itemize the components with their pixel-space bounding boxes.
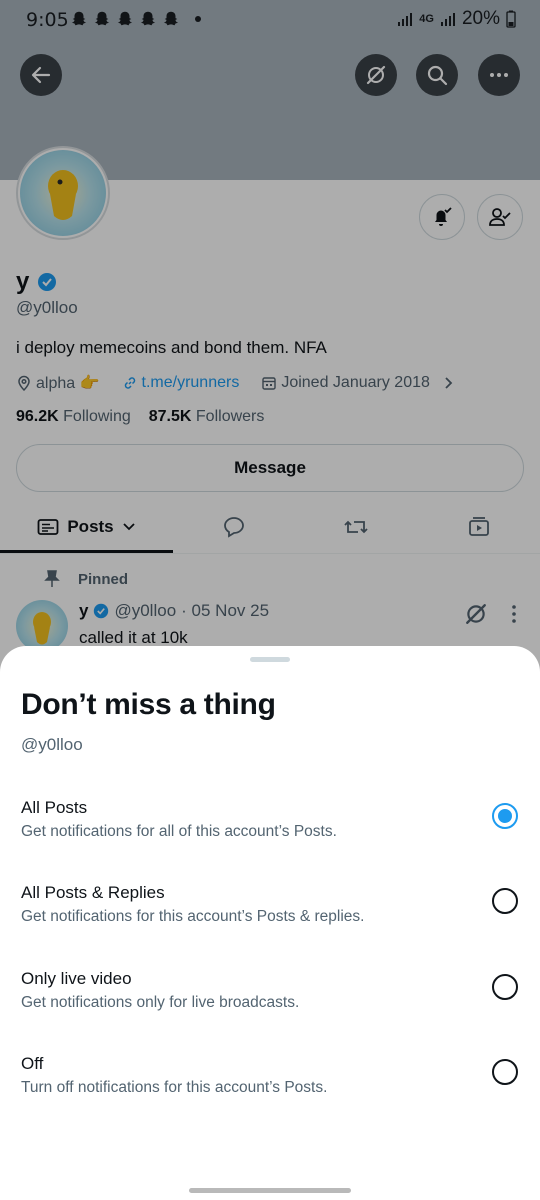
option-only-live-video[interactable]: Only live video Get notifications only f… xyxy=(0,969,540,1055)
option-all-posts-replies[interactable]: All Posts & Replies Get notifications fo… xyxy=(0,883,540,969)
home-indicator[interactable] xyxy=(189,1188,351,1193)
radio-unselected[interactable] xyxy=(492,888,518,914)
sheet-handle: @y0lloo xyxy=(21,735,83,754)
option-title: Off xyxy=(21,1054,44,1073)
option-subtitle: Get notifications only for live broadcas… xyxy=(21,994,300,1011)
option-all-posts[interactable]: All Posts Get notifications for all of t… xyxy=(0,798,540,884)
option-subtitle: Get notifications for this account’s Pos… xyxy=(21,908,365,925)
sheet-title: Don’t miss a thing xyxy=(21,688,276,721)
radio-unselected[interactable] xyxy=(492,974,518,1000)
sheet-grabber[interactable] xyxy=(250,657,290,662)
radio-selected[interactable] xyxy=(492,803,518,829)
option-title: All Posts & Replies xyxy=(21,883,165,902)
option-title: All Posts xyxy=(21,798,88,817)
option-subtitle: Get notifications for all of this accoun… xyxy=(21,823,337,840)
option-title: Only live video xyxy=(21,969,132,988)
option-off[interactable]: Off Turn off notifications for this acco… xyxy=(0,1054,540,1140)
radio-unselected[interactable] xyxy=(492,1059,518,1085)
option-subtitle: Turn off notifications for this account’… xyxy=(21,1079,328,1096)
